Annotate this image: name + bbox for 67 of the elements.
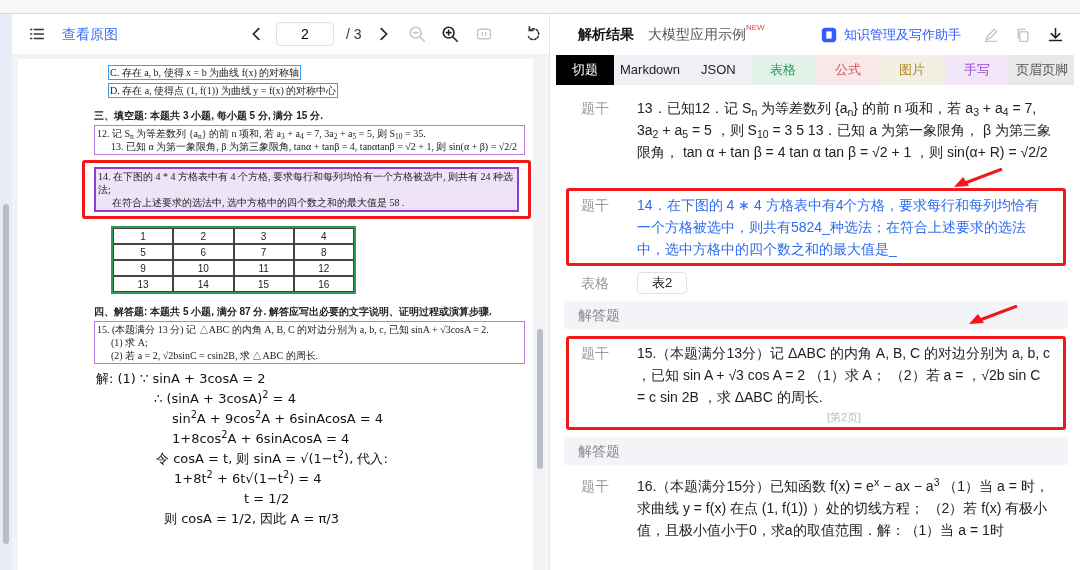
handwritten-line: ∴ (sinA + 3cosA)$^{2}$ = 4 [154, 391, 296, 406]
view-original-link[interactable]: 查看原图 [62, 23, 118, 45]
question-text: 14．在下图的 4 ∗ 4 方格表中有4个方格，要求每行和每列均恰有一个方格被选中，则共有5824_种选法；在符合上述要求的选法中，选中方格中的四个数之和的最大值是_ [637, 196, 1041, 259]
grid-cell: 3 [233, 228, 294, 244]
field-label: 表格 [581, 273, 610, 293]
question-text: 12. 记 S$_{n}$ 为等差数列 {a$_{n}$} 的前 n 项和, 若 a$_{3}$ + a$_{4}$ = 7, 3a$_{2}$ + a$_{5}$ = 5, 则 S$_{10}$ = 35. [97, 127, 427, 140]
section-heading: 四、解答题: 本题共 5 小题, 满分 87 分. 解答应写出必要的文字说明、证明过程或演算步骤. [94, 305, 493, 318]
grid-cell: 11 [233, 260, 294, 276]
grid-cell: 2 [173, 228, 234, 244]
grid-cell: 12 [293, 260, 354, 276]
question-text: 在符合上述要求的选法中, 选中方格中的四个数之和的最大值是 58 . [111, 196, 406, 209]
field-label: 题干 [581, 99, 610, 118]
question-text: 16.（本题满分15分）已知函数 f(x) = e$^{x}$ − ax − a$^{3}$ （1）当 a = 时，求曲线 y = f(x) 在点 (1, f(1)) ）处的切线方程； （2）若 f(x) 有极小值，且极小值小于0，求a的取值范围．解：（1）当 a = 1时 [637, 475, 1050, 540]
scrollbar-thumb[interactable] [537, 329, 543, 469]
result-tab[interactable]: Markdown [614, 55, 686, 85]
grid-cell: 16 [293, 276, 354, 292]
panel-title: 解析结果 [578, 25, 634, 44]
handwritten-line: 则 cosA = 1/2, 因此 A = π/3 [164, 511, 339, 526]
handwritten-line: sin$^{2}$A + 9cos$^{2}$A + 6sinAcosA = 4 [172, 411, 384, 426]
result-tab[interactable]: 切题 [556, 55, 614, 85]
grid-cell: 5 [113, 244, 174, 260]
result-tab[interactable]: 手写 [944, 55, 1010, 85]
examples-tab[interactable]: 大模型应用示例 [648, 24, 746, 45]
handwritten-line: 1+8t$^{2}$ + 6t√(1−t$^{2}$) = 4 [174, 471, 322, 486]
question-text: 14. 在下图的 4 * 4 方格表中有 4 个方格, 要求每行和每列均恰有一个方格被选中, 则共有 24 种选法; [98, 170, 514, 196]
field-label: 题干 [581, 196, 610, 215]
question-text: 13．已知12．记 S$_{n}$ 为等差数列 {a$_{n}$} 的前 n 项和，若 a$_{3}$ + a$_{4}$ = 7, 3a$_{2}$ + a$_{5}$ = 5 ，则 S$_{10}$ = 3 5 13．已知 a 为第一象限角， β 为第三象限角， tan α + tan β = 4 tan α tan β = √2 + 1 ，则 sin(α+ R) = √2/2 [637, 99, 1051, 162]
handwritten-line: t = 1/2 [244, 491, 290, 506]
answer-option: C. 存在 a, b, 使得 x = b 为曲线 f(x) 的对称轴 [108, 65, 302, 80]
grid-cell: 13 [113, 276, 174, 292]
section-label: 解答题 [578, 441, 620, 461]
page-marker: [第2页] [826, 410, 862, 424]
question-text: 13. 已知 α 为第一象限角, β 为第三象限角, tanα + tanβ = 4, tanαtanβ = √2 + 1, 则 sin(α + β) = √2/2 [110, 140, 519, 153]
scrollbar-thumb[interactable] [3, 204, 9, 544]
field-label: 题干 [581, 344, 610, 363]
handwritten-line: 1+8cos$^{2}$A + 6sinAcosA = 4 [172, 431, 350, 446]
question-text: 15. (本题满分 13 分) 记 △ABC 的内角 A, B, C 的对边分别为 a, b, c, 已知 sinA + √3cosA = 2. [97, 323, 490, 336]
question-text: 15.（本题满分13分）记 ΔABC 的内角 A, B, C 的对边分别为 a, b, c ，已知 sin A + √3 cos A = 2 （1）求 A； （2）若 a = ，√2b sin C = c sin 2B ，求 ΔABC 的周长. [637, 344, 1051, 407]
table-link-button[interactable]: 表2 [637, 272, 688, 294]
grid-cell: 4 [293, 228, 354, 244]
page-total: / 3 [346, 24, 362, 44]
grid-cell: 7 [233, 244, 294, 260]
grid-cell: 10 [173, 260, 234, 276]
new-label: NEW [746, 22, 765, 32]
question-text: (1) 求 A; [110, 336, 149, 349]
grid-cell: 14 [173, 276, 234, 292]
answer-option: D. 存在 a, 使得点 (1, f(1)) 为曲线 y = f(x) 的对称中心 [108, 83, 339, 98]
handwritten-line: 解: (1) ∵ sinA + 3cosA = 2 [96, 371, 266, 386]
assistant-link[interactable]: 知识管理及写作助手 [844, 24, 961, 45]
grid-cell: 9 [113, 260, 174, 276]
grid-cell: 1 [113, 228, 174, 244]
annotation-arrow [968, 305, 1018, 325]
field-label: 题干 [581, 477, 610, 496]
assistant-logo-icon[interactable] [820, 25, 838, 44]
grid-cell: 15 [233, 276, 294, 292]
download-icon[interactable] [1047, 26, 1064, 43]
result-tab[interactable]: 公式 [815, 55, 880, 85]
result-tab[interactable]: JSON [685, 55, 751, 85]
page-number-field[interactable]: 2 [276, 22, 334, 46]
grid-cell: 8 [293, 244, 354, 260]
zoom-in-icon[interactable] [440, 25, 459, 43]
section-heading: 三、填空题: 本题共 3 小题, 每小题 5 分, 满分 15 分. [94, 109, 324, 122]
result-tab[interactable]: 页眉页脚 [1009, 55, 1074, 85]
handwritten-line: 令 cosA = t, 则 sinA = √(1−t$^{2}$), 代入: [156, 451, 388, 466]
question-text: (2) 若 a = 2, √2bsinC = csin2B, 求 △ABC 的周长. [110, 349, 320, 362]
grid-cell: 6 [173, 244, 234, 260]
section-label: 解答题 [578, 305, 620, 325]
